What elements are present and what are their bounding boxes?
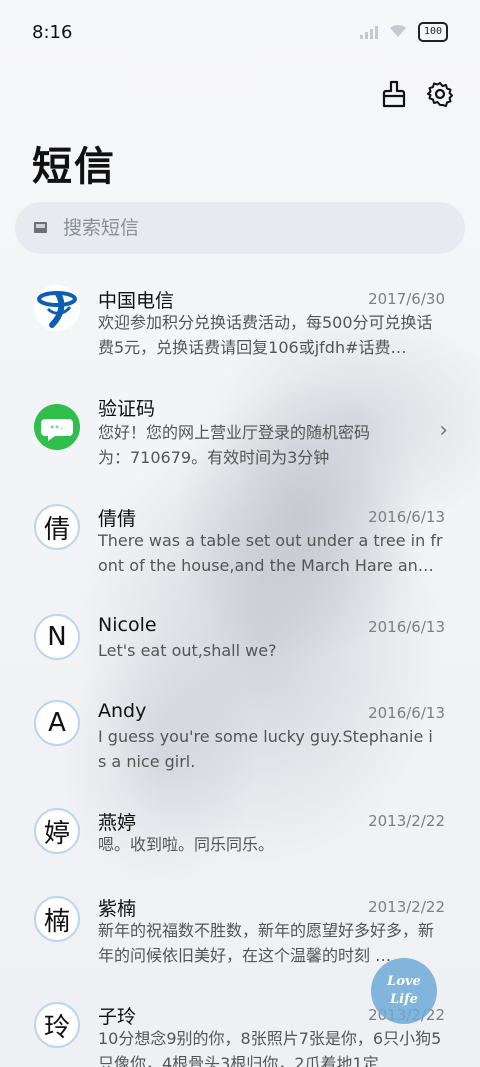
contact-avatar: N xyxy=(34,614,80,660)
svg-text:**-: **- xyxy=(50,424,64,433)
settings-button[interactable] xyxy=(426,78,454,110)
contact-name: Nicole xyxy=(98,614,157,636)
status-bar: 8:16 100 xyxy=(0,0,480,68)
brush-icon xyxy=(382,80,406,108)
sms-bubble-icon: **- xyxy=(34,404,80,450)
conversation-row[interactable]: 婷 燕婷 2013/2/22 嗯。收到啦。同乐同乐。 xyxy=(0,806,480,886)
conversation-row[interactable]: 中国电信 2017/6/30 欢迎参加积分兑换话费活动，每500分可兑换话费5元… xyxy=(0,282,480,382)
contact-avatar: 倩 xyxy=(34,504,80,550)
message-date: 2016/6/13 xyxy=(368,704,445,722)
badge-line-2: Life xyxy=(390,992,418,1007)
page-title: 短信 xyxy=(32,144,116,190)
china-telecom-logo-icon xyxy=(34,285,80,331)
message-preview: There was a table set out under a tree i… xyxy=(98,531,443,575)
contact-avatar: 婷 xyxy=(34,808,80,854)
message-preview: 10分想念9别的你，8张照片7张是你，6只小狗5只像你，4根骨头3根归你，2爪着… xyxy=(98,1029,442,1067)
conversation-row[interactable]: N Nicole 2016/6/13 Let's eat out,shall w… xyxy=(0,612,480,692)
contact-name: 子玲 xyxy=(98,1006,137,1028)
search-bar[interactable] xyxy=(15,202,465,254)
badge-line-1: Love xyxy=(387,974,421,989)
message-date: 2016/6/13 xyxy=(368,618,445,636)
message-date: 2016/6/13 xyxy=(368,508,445,526)
contact-name: 燕婷 xyxy=(98,812,137,834)
message-date: 2013/2/22 xyxy=(368,898,445,916)
message-date: 2017/6/30 xyxy=(368,290,445,308)
message-preview: 嗯。收到啦。同乐同乐。 xyxy=(98,835,275,854)
contact-name: Andy xyxy=(98,700,147,722)
message-preview: Let's eat out,shall we? xyxy=(98,641,277,660)
floating-love-life-button[interactable]: Love Life xyxy=(371,958,437,1024)
contact-avatar: 玲 xyxy=(34,1002,80,1048)
message-preview: 您好！您的网上营业厅登录的随机密码为：710679。有效时间为3分钟 xyxy=(98,423,371,467)
contact-name: 验证码 xyxy=(98,398,156,420)
chevron-right-icon: › xyxy=(439,418,448,443)
conversation-row[interactable]: A Andy 2016/6/13 I guess you're some luc… xyxy=(0,698,480,798)
contact-name: 中国电信 xyxy=(98,290,175,312)
wifi-icon xyxy=(388,22,408,42)
battery-icon: 100 xyxy=(418,22,448,42)
contact-name: 倩倩 xyxy=(98,508,137,530)
status-time: 8:16 xyxy=(32,22,73,43)
message-preview: 欢迎参加积分兑换话费活动，每500分可兑换话费5元，兑换话费请回复106或jfd… xyxy=(98,313,433,357)
search-input[interactable] xyxy=(61,216,425,240)
contact-avatar: A xyxy=(34,700,80,746)
contact-avatar: 楠 xyxy=(34,896,80,942)
contact-name: 紫楠 xyxy=(98,898,137,920)
signal-icon xyxy=(360,25,378,39)
gear-icon xyxy=(427,82,453,107)
message-preview: I guess you're some lucky guy.Stephanie … xyxy=(98,727,433,771)
message-date: 2013/2/22 xyxy=(368,812,445,830)
conversation-row[interactable]: **- 验证码 您好！您的网上营业厅登录的随机密码为：710679。有效时间为3… xyxy=(0,392,480,492)
clean-brush-button[interactable] xyxy=(380,78,408,110)
search-icon xyxy=(34,222,47,233)
conversation-row[interactable]: 倩 倩倩 2016/6/13 There was a table set out… xyxy=(0,502,480,602)
